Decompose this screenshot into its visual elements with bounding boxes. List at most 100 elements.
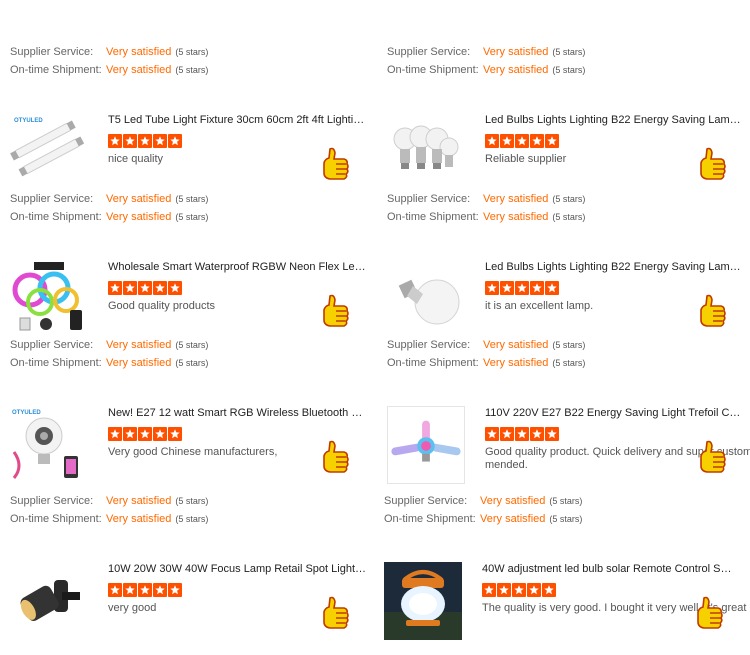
star-icon (153, 583, 167, 597)
product-title[interactable]: 10W 20W 30W 40W Focus Lamp Retail Spot L… (108, 562, 366, 576)
ontime-shipment-label: On-time Shipment: (384, 513, 476, 525)
product-title[interactable]: Led Bulbs Lights Lighting B22 Energy Sav… (485, 260, 743, 274)
ontime-shipment-row: On-time Shipment: Very satisfied (5 stars) (10, 512, 208, 526)
supplier-service-stars: (5 stars) (175, 496, 209, 506)
product-title[interactable]: New! E27 12 watt Smart RGB Wireless Blue… (108, 406, 366, 420)
product-title[interactable]: 110V 220V E27 B22 Energy Saving Light Tr… (485, 406, 743, 420)
supplier-service-label: Supplier Service: (10, 46, 94, 58)
star-icon (545, 427, 559, 441)
led-tube-icon: OTYULED (10, 113, 88, 191)
review-card: Supplier Service: Very satisfied (5 stars)… (10, 494, 382, 640)
ontime-shipment-stars: (5 stars) (175, 358, 209, 368)
product-thumbnail[interactable] (387, 260, 465, 338)
star-icon (545, 134, 559, 148)
supplier-service-label: Supplier Service: (10, 495, 94, 507)
supplier-service-label: Supplier Service: (387, 339, 471, 351)
product-title[interactable]: 40W adjustment led bulb solar Remote Con… (482, 562, 740, 576)
star-icon (153, 427, 167, 441)
ontime-shipment-row: On-time Shipment: Very satisfied (5 stars) (387, 210, 585, 224)
ontime-shipment-value: Very satisfied (483, 357, 549, 369)
star-icon (123, 427, 137, 441)
supplier-service-value: Very satisfied (480, 495, 546, 507)
ontime-shipment-label: On-time Shipment: (387, 357, 479, 369)
supplier-service-value: Very satisfied (483, 339, 549, 351)
review-card: Supplier Service: Very satisfied (5 stars)… (384, 494, 750, 640)
supplier-service-label: Supplier Service: (387, 46, 471, 58)
supplier-service-stars: (5 stars) (175, 340, 209, 350)
thumbs-up-icon (320, 292, 350, 332)
star-icon (138, 281, 152, 295)
product-thumbnail[interactable] (387, 113, 465, 191)
ontime-shipment-label: On-time Shipment: (387, 64, 479, 76)
star-icon (542, 583, 556, 597)
supplier-service-label: Supplier Service: (10, 339, 94, 351)
star-icon (168, 427, 182, 441)
solar-lantern-icon (384, 562, 462, 640)
product-title[interactable]: Wholesale Smart Waterproof RGBW Neon Fle… (108, 260, 366, 274)
thumbs-up-icon (697, 145, 727, 185)
supplier-service-value: Very satisfied (106, 495, 172, 507)
star-icon (545, 281, 559, 295)
review-card: Supplier Service: Very satisfied (5 stars)… (387, 45, 750, 191)
star-icon (515, 134, 529, 148)
supplier-service-row: Supplier Service: Very satisfied (5 stars) (10, 192, 208, 206)
product-thumbnail[interactable] (10, 562, 88, 640)
star-icon (485, 427, 499, 441)
ontime-shipment-value: Very satisfied (480, 513, 546, 525)
star-icon (515, 281, 529, 295)
thumbs-up-icon (320, 438, 350, 478)
star-rating (485, 427, 560, 441)
star-icon (530, 427, 544, 441)
supplier-service-stars: (5 stars) (549, 496, 583, 506)
product-thumbnail[interactable]: OTYULED (10, 113, 88, 191)
supplier-service-value: Very satisfied (106, 46, 172, 58)
review-card: Supplier Service: Very satisfied (5 stars)… (10, 338, 382, 484)
star-icon (500, 134, 514, 148)
product-title[interactable]: T5 Led Tube Light Fixture 30cm 60cm 2ft … (108, 113, 366, 127)
ontime-shipment-row: On-time Shipment: Very satisfied (5 stars) (384, 512, 582, 526)
ontime-shipment-stars: (5 stars) (175, 65, 209, 75)
star-icon (527, 583, 541, 597)
star-icon (108, 134, 122, 148)
product-thumbnail[interactable] (387, 406, 465, 484)
star-icon (138, 583, 152, 597)
speaker-bulb-icon: OTYULED (10, 406, 88, 484)
ontime-shipment-value: Very satisfied (106, 64, 172, 76)
star-rating (108, 134, 183, 148)
ontime-shipment-label: On-time Shipment: (10, 64, 102, 76)
ontime-shipment-row: On-time Shipment: Very satisfied (5 stars) (10, 356, 208, 370)
star-icon (123, 134, 137, 148)
supplier-service-value: Very satisfied (106, 339, 172, 351)
supplier-service-label: Supplier Service: (10, 193, 94, 205)
star-icon (485, 134, 499, 148)
star-icon (512, 583, 526, 597)
supplier-service-row: Supplier Service: Very satisfied (5 stars) (384, 494, 582, 508)
supplier-service-row: Supplier Service: Very satisfied (5 stars) (10, 338, 208, 352)
star-icon (123, 281, 137, 295)
star-icon (108, 427, 122, 441)
star-icon (497, 583, 511, 597)
ontime-shipment-value: Very satisfied (106, 357, 172, 369)
product-thumbnail[interactable] (10, 260, 88, 338)
product-title[interactable]: Led Bulbs Lights Lighting B22 Energy Sav… (485, 113, 743, 127)
thumbs-up-icon (697, 292, 727, 332)
supplier-service-value: Very satisfied (483, 46, 549, 58)
star-icon (500, 427, 514, 441)
star-icon (153, 281, 167, 295)
ontime-shipment-label: On-time Shipment: (10, 211, 102, 223)
star-icon (168, 583, 182, 597)
star-icon (108, 583, 122, 597)
star-icon (500, 281, 514, 295)
product-thumbnail[interactable] (384, 562, 462, 640)
ontime-shipment-stars: (5 stars) (175, 514, 209, 524)
supplier-service-row: Supplier Service: Very satisfied (5 stars) (387, 338, 585, 352)
bulbs-group-icon (387, 113, 465, 191)
supplier-service-row: Supplier Service: Very satisfied (5 stars) (10, 45, 208, 59)
supplier-service-row: Supplier Service: Very satisfied (5 stars) (10, 494, 208, 508)
ontime-shipment-value: Very satisfied (483, 211, 549, 223)
thumbs-up-icon (694, 594, 724, 634)
ontime-shipment-label: On-time Shipment: (10, 513, 102, 525)
product-thumbnail[interactable]: OTYULED (10, 406, 88, 484)
thumbs-up-icon (697, 438, 727, 478)
ontime-shipment-row: On-time Shipment: Very satisfied (5 stars) (10, 210, 208, 224)
